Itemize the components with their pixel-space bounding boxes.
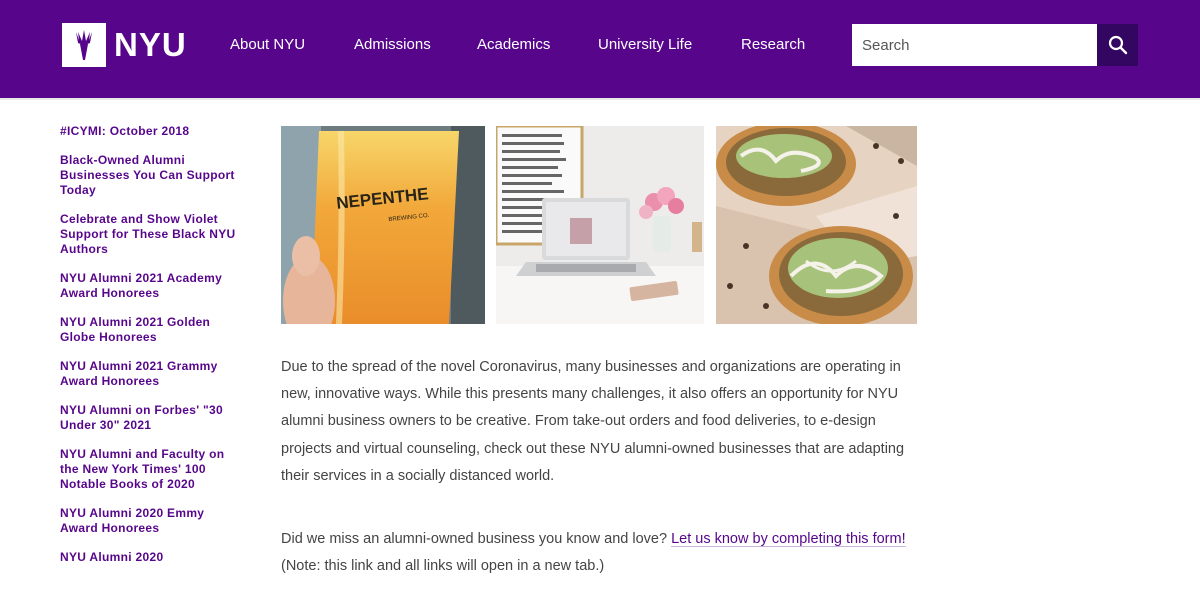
nyu-logo[interactable]: NYU [62,23,187,67]
torch-icon [62,23,106,67]
feedback-paragraph: Did we miss an alumni-owned business you… [281,526,921,580]
site-header: NYU About NYU Admissions Academics Unive… [0,0,1200,98]
photo-laptop-desk [496,126,704,324]
sidebar-link-icymi-october-2018[interactable]: #ICYMI: October 2018 [60,124,240,139]
sidebar-link-black-nyu-authors[interactable]: Celebrate and Show Violet Support for Th… [60,212,240,257]
sidebar-link-academy-award-honorees[interactable]: NYU Alumni 2021 Academy Award Honorees [60,271,240,301]
sidebar-link-grammy-honorees[interactable]: NYU Alumni 2021 Grammy Award Honorees [60,359,240,389]
nav-research[interactable]: Research [741,36,805,53]
sidebar-link-golden-globe-honorees[interactable]: NYU Alumni 2021 Golden Globe Honorees [60,315,240,345]
nav-academics[interactable]: Academics [477,36,550,53]
sidebar-link-nyt-notable-books[interactable]: NYU Alumni and Faculty on the New York T… [60,447,240,492]
feedback-form-link[interactable]: Let us know by completing this form! [671,531,906,547]
feedback-text: Did we miss an alumni-owned business you… [281,531,672,547]
sidebar-link-black-owned-businesses[interactable]: Black-Owned Alumni Businesses You Can Su… [60,153,240,198]
search-button[interactable] [1097,24,1138,66]
search-icon [1108,35,1127,55]
photo-food-tostadas [716,126,917,324]
nav-admissions[interactable]: Admissions [354,36,431,53]
sidebar-nav: #ICYMI: October 2018 Black-Owned Alumni … [60,124,240,579]
nav-university-life[interactable]: University Life [598,36,692,53]
sidebar-link-nyu-alumni-2020[interactable]: NYU Alumni 2020 [60,550,240,565]
intro-paragraph: Due to the spread of the novel Coronavir… [281,359,905,484]
feedback-note: (Note: this link and all links will open… [281,558,605,575]
logo-text: NYU [114,26,187,63]
sidebar-link-emmy-honorees[interactable]: NYU Alumni 2020 Emmy Award Honorees [60,506,240,536]
photo-nepenthe-beer: NEPENTHE BREWING CO. [281,126,485,324]
header-divider [0,98,1200,100]
nav-about-nyu[interactable]: About NYU [230,36,305,53]
search-input[interactable] [852,24,1097,66]
sidebar-link-forbes-30-under-30[interactable]: NYU Alumni on Forbes' "30 Under 30" 2021 [60,403,240,433]
